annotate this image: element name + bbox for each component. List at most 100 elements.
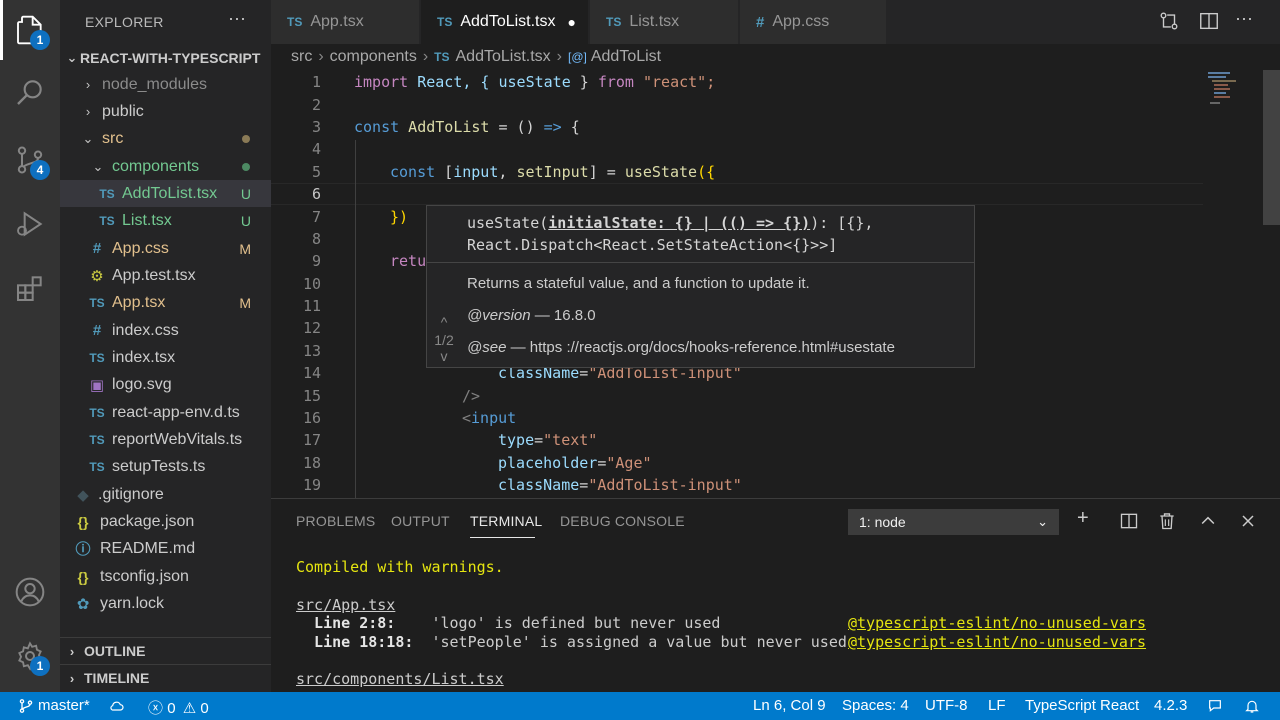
code-token: input	[471, 409, 517, 427]
breadcrumb-src[interactable]: src	[291, 48, 312, 66]
bell-icon[interactable]	[1244, 698, 1260, 714]
branch-name[interactable]: master*	[38, 697, 90, 714]
sidebar-title: EXPLORER	[85, 14, 164, 30]
git-status-mark: U	[240, 185, 251, 202]
tab-list-tsx[interactable]: TS List.tsx	[590, 0, 739, 44]
split-terminal-icon[interactable]	[1119, 511, 1139, 531]
code-line-9: retu	[390, 252, 427, 270]
tree-item-node-modules[interactable]: › node_modules	[60, 71, 271, 98]
editor-scrollbar[interactable]	[1263, 70, 1280, 225]
tree-label: App.test.tsx	[112, 266, 196, 284]
tree-item-app-test[interactable]: ⚙ App.test.tsx	[60, 262, 271, 289]
warning-rule-link[interactable]: @typescript-eslint/no-unused-vars	[848, 633, 1146, 651]
warning-message: 'logo' is defined but never used	[395, 614, 721, 632]
run-debug-icon	[17, 211, 43, 237]
warning-location: Line 2:8:	[296, 614, 396, 632]
accounts-activity[interactable]	[0, 562, 60, 622]
code-token: "text"	[543, 431, 598, 449]
source-control-activity[interactable]: 4	[0, 130, 60, 190]
tree-item-package-json[interactable]: {} package.json	[60, 508, 271, 535]
tree-item-readme[interactable]: ⓘ README.md	[60, 535, 271, 562]
hover-see: @see — https ://reactjs.org/docs/hooks-r…	[467, 339, 895, 356]
encoding[interactable]: UTF-8	[925, 697, 968, 714]
typescript-version[interactable]: 4.2.3	[1154, 697, 1187, 714]
project-folder[interactable]: ⌄ REACT-WITH-TYPESCRIPT	[60, 44, 271, 71]
split-editor-icon[interactable]	[1198, 10, 1220, 32]
doc-link[interactable]: — https ://reactjs.org/docs/hooks-refere…	[506, 339, 895, 356]
terminal-select[interactable]: 1: node ⌄	[848, 509, 1059, 535]
code-token: placeholder	[498, 454, 598, 472]
tree-item-gitignore[interactable]: ◆ .gitignore	[60, 481, 271, 508]
extensions-activity[interactable]	[0, 258, 60, 318]
maximize-panel-icon[interactable]	[1198, 511, 1218, 531]
end-of-line[interactable]: LF	[988, 697, 1006, 714]
tree-item-list[interactable]: TS List.tsx U	[60, 207, 271, 234]
problems-indicator[interactable]: ⓧ 0 ⚠ 0	[148, 697, 209, 718]
feedback-icon[interactable]	[1206, 698, 1224, 714]
sidebar-more-button[interactable]: ···	[228, 8, 246, 29]
tree-item-yarn-lock[interactable]: ✿ yarn.lock	[60, 590, 271, 617]
branch-icon	[19, 699, 33, 713]
chevron-down-icon: ⌄	[82, 130, 94, 146]
cursor-position[interactable]: Ln 6, Col 9	[753, 697, 826, 714]
tree-item-app-tsx[interactable]: TS App.tsx M	[60, 289, 271, 316]
tree-item-report-web-vitals[interactable]: TS reportWebVitals.ts	[60, 426, 271, 453]
breadcrumb-components[interactable]: components	[330, 48, 417, 66]
tree-label: components	[112, 157, 200, 175]
compare-changes-icon[interactable]	[1158, 10, 1180, 32]
editor-more-actions-button[interactable]: ···	[1235, 8, 1253, 29]
tab-debug-console[interactable]: DEBUG CONSOLE	[560, 513, 685, 529]
tree-label: AddToList.tsx	[122, 184, 218, 202]
active-indicator	[0, 0, 3, 60]
breadcrumb-symbol[interactable]: AddToList	[591, 48, 661, 66]
tree-item-index-tsx[interactable]: TS index.tsx	[60, 344, 271, 371]
tab-app-css[interactable]: # App.css	[740, 0, 887, 44]
explorer-badge: 1	[30, 30, 50, 50]
tab-addtolist-tsx[interactable]: TS AddToList.tsx ●	[421, 0, 589, 44]
indentation[interactable]: Spaces: 4	[842, 697, 909, 714]
language-mode[interactable]: TypeScript React	[1025, 697, 1139, 714]
tree-item-src[interactable]: ⌄ src	[60, 125, 271, 152]
manage-activity[interactable]: 1	[0, 626, 60, 686]
new-terminal-icon[interactable]: +	[1077, 507, 1089, 530]
code-token: useState	[624, 163, 698, 181]
tree-item-app-css[interactable]: # App.css M	[60, 235, 271, 262]
tree-label: react-app-env.d.ts	[112, 403, 240, 421]
chevron-down-icon: ⌄	[1037, 514, 1048, 529]
tab-output[interactable]: OUTPUT	[391, 513, 450, 529]
explorer-sidebar: EXPLORER ··· ⌄ REACT-WITH-TYPESCRIPT › n…	[60, 0, 271, 692]
line-number: 5	[311, 163, 321, 181]
unsaved-dot-icon[interactable]: ●	[568, 14, 576, 30]
tree-item-logo-svg[interactable]: ▣ logo.svg	[60, 371, 271, 398]
warning-rule-link[interactable]: @typescript-eslint/no-unused-vars	[848, 614, 1146, 632]
indent-guide	[355, 140, 356, 498]
chevron-down-icon[interactable]: v	[429, 348, 459, 364]
tree-item-index-css[interactable]: # index.css	[60, 317, 271, 344]
chevron-right-icon: ›	[85, 77, 91, 92]
close-panel-icon[interactable]	[1238, 511, 1258, 531]
tree-item-addtolist[interactable]: TS AddToList.tsx U	[60, 180, 271, 207]
run-debug-activity[interactable]	[0, 194, 60, 254]
timeline-section[interactable]: › TIMELINE	[60, 664, 271, 691]
tree-item-tsconfig[interactable]: {} tsconfig.json	[60, 563, 271, 590]
tab-problems[interactable]: PROBLEMS	[296, 513, 375, 529]
sync-cloud-icon[interactable]	[108, 698, 126, 714]
css-file-icon: #	[92, 240, 102, 257]
trash-icon[interactable]	[1157, 511, 1177, 531]
tree-item-setup-tests[interactable]: TS setupTests.ts	[60, 453, 271, 480]
chevron-up-icon[interactable]: ^	[429, 314, 459, 330]
explorer-activity[interactable]: 1	[0, 0, 60, 60]
line-number: 11	[302, 297, 321, 315]
outline-section[interactable]: › OUTLINE	[60, 637, 271, 664]
code-token: type	[498, 431, 535, 449]
breadcrumb-file[interactable]: AddToList.tsx	[456, 48, 551, 66]
search-activity[interactable]	[0, 62, 60, 122]
tab-app-tsx[interactable]: TS App.tsx	[271, 0, 420, 44]
tree-item-public[interactable]: › public	[60, 98, 271, 125]
code-line-1: import React, { useState } from "react";	[354, 73, 715, 91]
tree-item-components[interactable]: ⌄ components	[60, 153, 271, 180]
tree-item-react-app-env[interactable]: TS react-app-env.d.ts	[60, 399, 271, 426]
active-tab-underline	[470, 537, 535, 538]
tab-terminal[interactable]: TERMINAL	[470, 513, 542, 529]
minimap[interactable]	[1206, 70, 1266, 110]
